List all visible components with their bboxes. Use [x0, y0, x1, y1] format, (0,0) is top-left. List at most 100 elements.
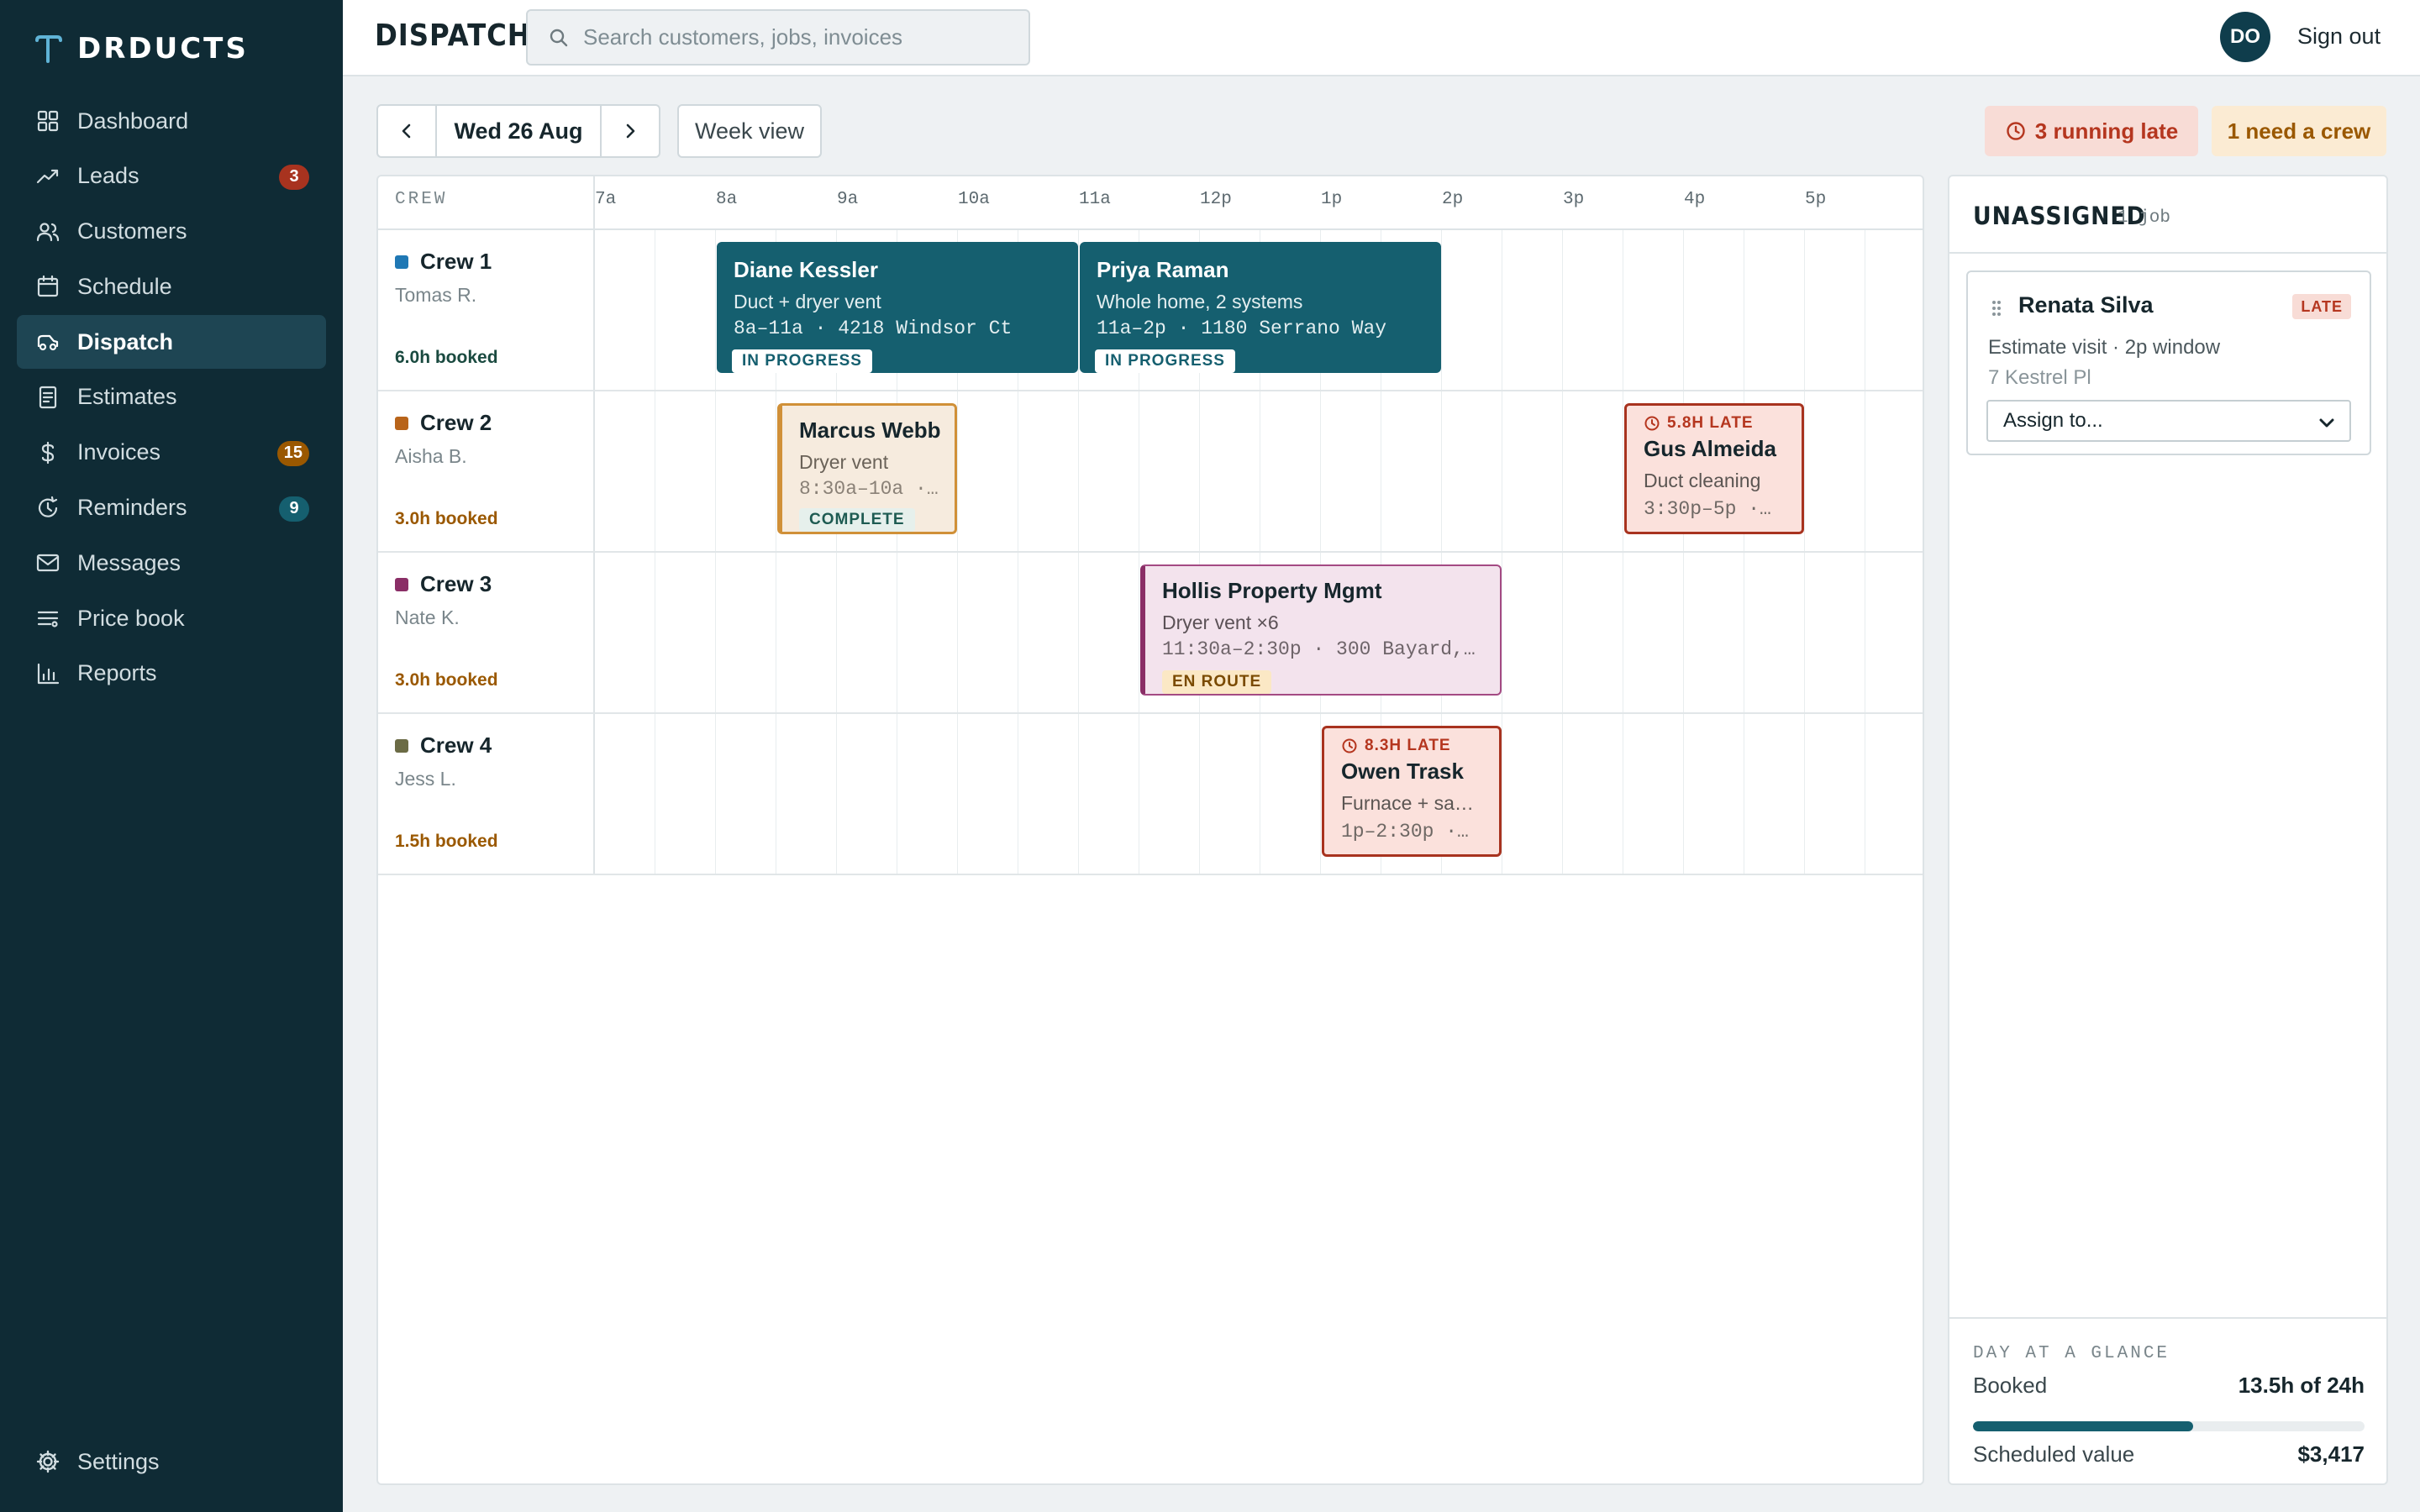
- scheduled-value-row: Scheduled value $3,417: [1973, 1441, 2365, 1467]
- sidebar-item-leads[interactable]: Leads 3: [17, 150, 326, 203]
- job-card[interactable]: Diane Kessler Duct + dryer vent 8a–11a · 4…: [717, 242, 1078, 373]
- drag-handle-icon[interactable]: [1990, 299, 2003, 318]
- hour-label: 8a: [716, 190, 738, 209]
- hour-label: 4p: [1684, 190, 1706, 209]
- crew-row: Crew 2 Aisha B. 3.0h booked Marcus Webb Drye…: [378, 391, 1923, 553]
- job-time-address: 1p–2:30p ·…: [1341, 821, 1469, 843]
- job-card[interactable]: Hollis Property Mgmt Dryer vent ×6 11:30a–…: [1140, 564, 1502, 696]
- previous-day-button[interactable]: [378, 106, 435, 156]
- hour-label: 9a: [837, 190, 859, 209]
- sidebar-item-label: Messages: [77, 549, 182, 575]
- sidebar-item-settings[interactable]: Settings: [17, 1435, 326, 1490]
- reminder-icon: [35, 496, 60, 521]
- crew-name: Crew 4: [395, 732, 492, 759]
- sidebar-item-estimates[interactable]: Estimates: [17, 370, 326, 424]
- sidebar-item-price-book[interactable]: Price book: [17, 591, 326, 645]
- crew-booked-hours: 3.0h booked: [395, 670, 498, 690]
- brand-logo-icon: [35, 35, 62, 63]
- clock-icon: [1644, 416, 1660, 431]
- sidebar-item-label: Dashboard: [77, 108, 189, 134]
- sign-out-link[interactable]: Sign out: [2297, 24, 2381, 50]
- crew-booked-hours: 3.0h booked: [395, 509, 498, 528]
- sidebar-item-schedule[interactable]: Schedule: [17, 260, 326, 313]
- next-day-button[interactable]: [602, 106, 659, 156]
- job-card[interactable]: 5.8H LATE Gus Almeida Duct cleaning 3:30p–5…: [1624, 403, 1804, 534]
- hour-label: 2p: [1442, 190, 1464, 209]
- week-view-button[interactable]: Week view: [677, 104, 822, 158]
- current-date[interactable]: Wed 26 Aug: [435, 106, 602, 156]
- sidebar-item-reminders[interactable]: Reminders 9: [17, 481, 326, 535]
- sidebar: DRDUCTS Dashboard Leads 3 Customers Schedule…: [0, 0, 343, 1512]
- sidebar-item-dispatch[interactable]: Dispatch: [17, 315, 326, 370]
- crew-name-label: Crew 4: [420, 732, 492, 758]
- crew-booked-hours: 1.5h booked: [395, 832, 498, 851]
- crew-name-label: Crew 2: [420, 410, 492, 435]
- sidebar-item-label: Schedule: [77, 273, 172, 299]
- need-crew-filter[interactable]: 1 need a crew: [2212, 106, 2386, 156]
- crew-name: Crew 2: [395, 410, 492, 436]
- glance-title: DAY AT A GLANCE: [1973, 1344, 2170, 1363]
- job-card[interactable]: Priya Raman Whole home, 2 systems 11a–2p ·…: [1080, 242, 1441, 373]
- bar-chart-icon: [35, 661, 60, 686]
- running-late-filter[interactable]: 3 running late: [1985, 106, 2198, 156]
- crew-name: Crew 3: [395, 571, 492, 597]
- brand[interactable]: DRDUCTS: [32, 30, 249, 67]
- hour-label: 1p: [1321, 190, 1343, 209]
- crew-lead: Tomas R.: [395, 284, 477, 306]
- search-input[interactable]: [583, 24, 1020, 50]
- count-badge: 9: [279, 496, 309, 522]
- clock-icon: [2007, 122, 2025, 140]
- avatar[interactable]: DO: [2220, 12, 2270, 62]
- job-time-address: 11:30a–2:30p · 300 Bayard,…: [1162, 638, 1476, 660]
- sidebar-item-label: Reports: [77, 660, 157, 686]
- crew-info[interactable]: Crew 1 Tomas R. 6.0h booked: [395, 230, 588, 390]
- date-navigator: Wed 26 Aug: [376, 104, 660, 158]
- sidebar-item-label: Reminders: [77, 495, 187, 521]
- unassigned-header: UNASSIGNED 1 job: [1949, 176, 2386, 254]
- job-status-badge: IN PROGRESS: [732, 349, 872, 373]
- job-description: Duct + dryer vent: [734, 291, 881, 312]
- sidebar-item-label: Estimates: [77, 384, 177, 410]
- crew-info[interactable]: Crew 3 Nate K. 3.0h booked: [395, 553, 588, 712]
- job-card[interactable]: 8.3H LATE Owen Trask Furnace + sa… 1p–2:30p…: [1322, 726, 1502, 857]
- job-card[interactable]: Marcus Webb Dryer vent 8:30a–10a · … COMPLE…: [777, 403, 957, 534]
- sidebar-item-reports[interactable]: Reports: [17, 647, 326, 701]
- unassigned-job-card[interactable]: Renata Silva LATE Estimate visit · 2p wi…: [1966, 270, 2371, 455]
- users-icon: [35, 219, 60, 244]
- job-customer: Gus Almeida: [1644, 436, 1776, 461]
- top-bar: DISPATCH DO Sign out: [343, 0, 2420, 76]
- crew-info[interactable]: Crew 4 Jess L. 1.5h booked: [395, 714, 588, 874]
- running-late-label: 3 running late: [2034, 118, 2179, 144]
- late-duration: 8.3H LATE: [1365, 737, 1451, 754]
- sidebar-item-label: Settings: [77, 1448, 160, 1474]
- assign-crew-select[interactable]: Assign to...: [1986, 400, 2351, 442]
- assign-select-value: Assign to...: [2003, 409, 2103, 432]
- booked-label: Booked: [1973, 1373, 2048, 1398]
- scheduled-value-label: Scheduled value: [1973, 1441, 2135, 1467]
- dashboard-icon: [35, 108, 60, 134]
- search-box[interactable]: [526, 9, 1030, 66]
- sidebar-item-invoices[interactable]: Invoices 15: [17, 426, 326, 480]
- job-time-address: 3:30p–5p ·…: [1644, 498, 1771, 520]
- document-icon: [35, 385, 60, 410]
- job-description: Furnace + sa…: [1341, 792, 1474, 814]
- job-customer: Marcus Webb: [799, 417, 941, 443]
- chevron-right-icon: [626, 123, 635, 139]
- unassigned-count: 1 job: [2118, 208, 2171, 228]
- gear-icon: [35, 1449, 60, 1474]
- job-customer: Owen Trask: [1341, 759, 1464, 784]
- crew-info[interactable]: Crew 2 Aisha B. 3.0h booked: [395, 391, 588, 551]
- dollar-icon: [35, 440, 60, 465]
- hour-label: 11a: [1079, 190, 1111, 209]
- sidebar-item-label: Invoices: [77, 439, 161, 465]
- crew-color-swatch: [395, 738, 408, 753]
- crew-lead: Nate K.: [395, 606, 460, 628]
- count-badge: 15: [276, 440, 309, 466]
- job-time-address: 11a–2p · 1180 Serrano Way: [1097, 318, 1387, 339]
- sidebar-item-messages[interactable]: Messages: [17, 536, 326, 590]
- sidebar-item-customers[interactable]: Customers: [17, 205, 326, 259]
- sidebar-item-dashboard[interactable]: Dashboard: [17, 94, 326, 148]
- clock-icon: [1342, 738, 1357, 753]
- hour-label: 12p: [1200, 190, 1232, 209]
- job-description: Whole home, 2 systems: [1097, 291, 1303, 312]
